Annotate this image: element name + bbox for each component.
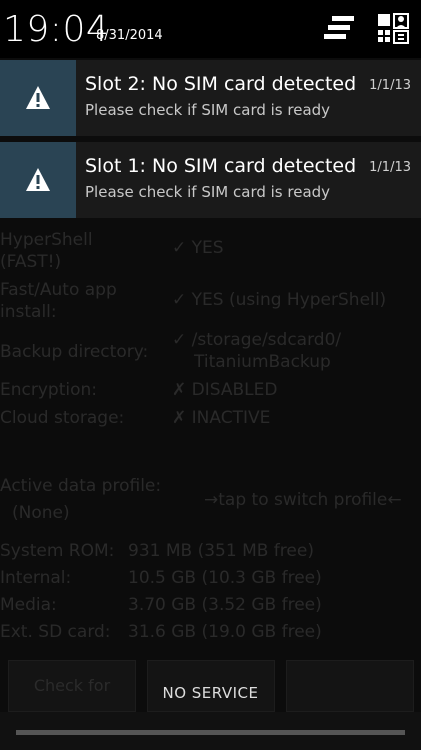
notification-slot-1[interactable]: Slot 1: No SIM card detected Please chec…: [0, 142, 421, 218]
panel-drag-handle[interactable]: [0, 712, 421, 750]
bg-value: 10.5 GB (10.3 GB free): [128, 568, 322, 588]
bg-value: ✓ YES: [172, 238, 224, 258]
notification-time: 1/1/13: [369, 160, 411, 175]
carrier-label: NO SERVICE: [162, 684, 259, 702]
bg-label: Cloud storage:: [0, 408, 125, 428]
settings-sliders-icon[interactable]: [322, 12, 358, 46]
bg-value: 3.70 GB (3.52 GB free): [128, 595, 322, 615]
notification-time: 1/1/13: [369, 78, 411, 93]
notification-subtitle: Please check if SIM card is ready: [85, 183, 331, 201]
notification-title: Slot 2: No SIM card detected: [85, 73, 357, 95]
bg-value: ✓ /storage/sdcard0/: [172, 330, 342, 350]
warning-icon: [26, 168, 50, 191]
bg-value: TitaniumBackup: [194, 352, 331, 372]
date[interactable]: 8/31/2014: [96, 28, 163, 43]
notification-title: Slot 1: No SIM card detected: [85, 155, 357, 177]
notification-subtitle: Please check if SIM card is ready: [85, 101, 331, 119]
bg-label: install:: [0, 302, 57, 322]
bg-label: HyperShell: [0, 230, 93, 250]
clock: 19:04: [3, 9, 110, 50]
notification-slot-2[interactable]: Slot 2: No SIM card detected Please chec…: [0, 60, 421, 136]
bg-label: (FAST!): [0, 252, 62, 272]
bg-label: (None): [12, 503, 70, 523]
notification-icon-box: [0, 142, 76, 218]
bg-label: Encryption:: [0, 380, 97, 400]
bg-value: 31.6 GB (19.0 GB free): [128, 622, 322, 642]
bg-value: 931 MB (351 MB free): [128, 541, 314, 561]
bg-label: Backup directory:: [0, 342, 149, 362]
bg-value: →tap to switch profile←: [204, 490, 402, 510]
bg-label: Media:: [0, 595, 57, 615]
notification-header: 19:04 8/31/2014: [0, 0, 421, 58]
user-grid-icon[interactable]: [376, 12, 412, 46]
bg-label: Internal:: [0, 568, 72, 588]
bg-value: ✓ YES (using HyperShell): [172, 290, 387, 310]
notification-icon-box: [0, 60, 76, 136]
warning-icon: [26, 86, 50, 109]
bg-label: Fast/Auto app: [0, 280, 117, 300]
bg-label: Ext. SD card:: [0, 622, 111, 642]
bg-value: ✗ DISABLED: [172, 380, 278, 400]
bg-label: Active data profile:: [0, 476, 162, 496]
handle-bar: [16, 730, 405, 735]
bg-value: ✗ INACTIVE: [172, 408, 271, 428]
bg-label: System ROM:: [0, 541, 115, 561]
